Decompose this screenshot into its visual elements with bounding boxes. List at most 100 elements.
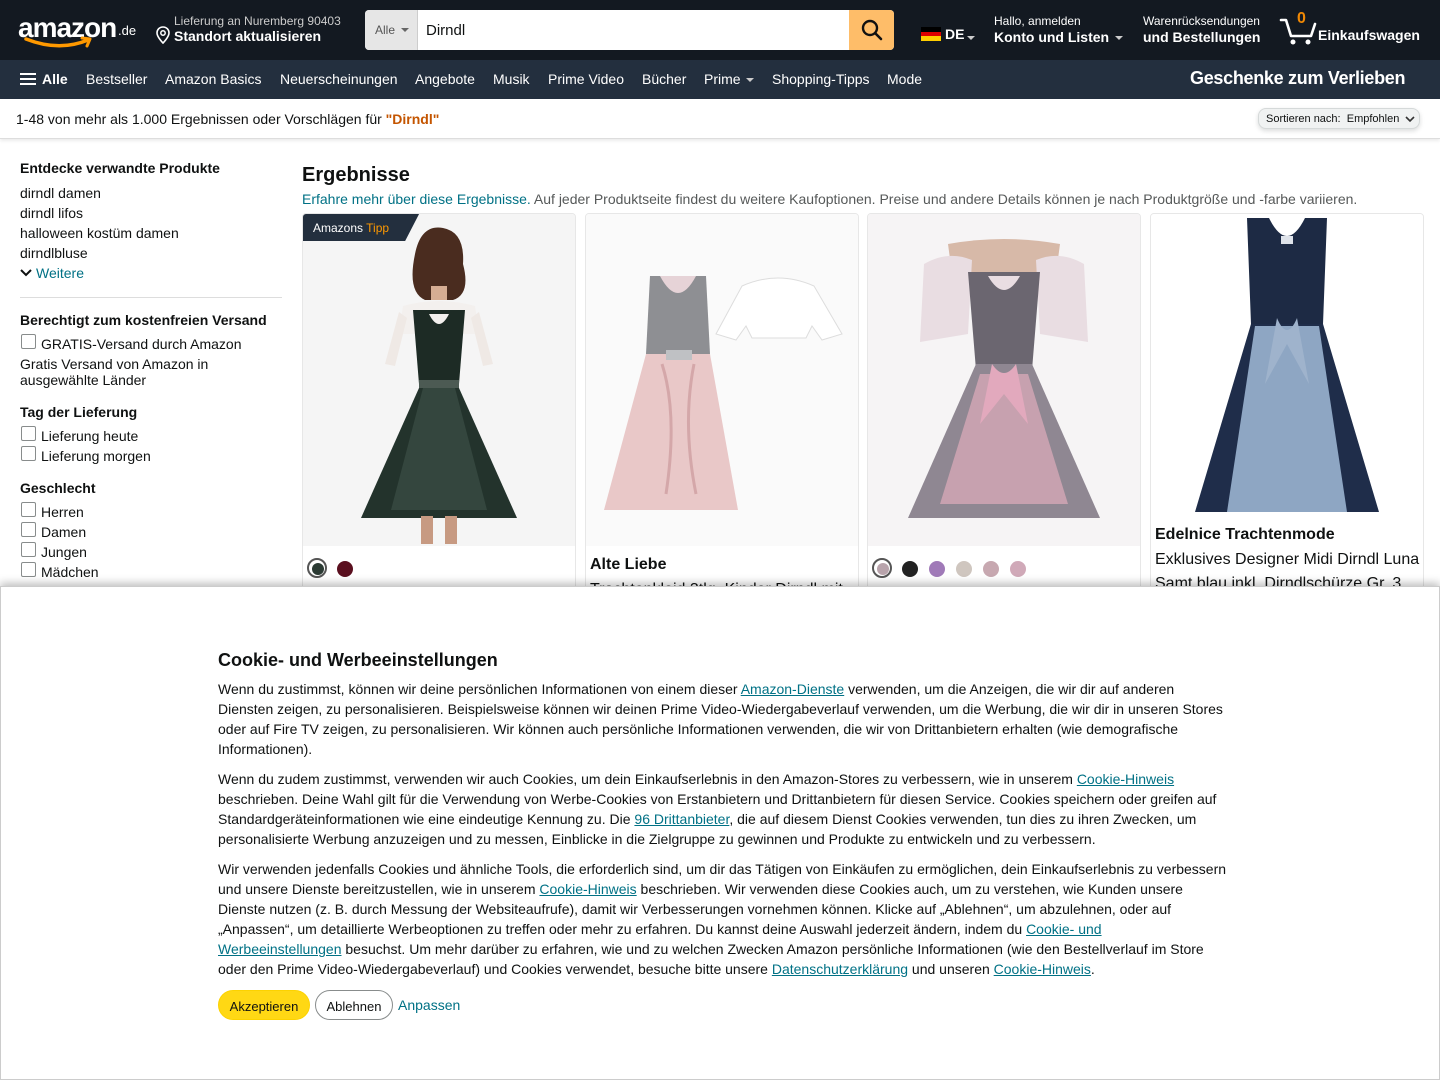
learn-more-link[interactable]: Erfahre mehr über diese Ergebnisse. (302, 191, 531, 207)
returns-orders-link[interactable]: Warenrücksendungen und Bestellungen (1143, 14, 1260, 45)
checkbox[interactable] (21, 426, 36, 441)
customize-cookies-link[interactable]: Anpassen (398, 997, 460, 1013)
promo-banner-link[interactable]: Geschenke zum Verlieben (1190, 68, 1406, 89)
hamburger-icon (20, 73, 36, 86)
cart-count: 0 (1297, 10, 1306, 27)
gender-heading: Geschlecht (20, 480, 96, 496)
search-category-label: Alle (375, 23, 396, 37)
dirndl-dress-image (868, 214, 1140, 546)
filter-label: Jungen (41, 544, 87, 560)
nav-item-music[interactable]: Musik (493, 71, 530, 87)
cart-button[interactable]: 0 Einkaufswagen (1279, 10, 1424, 50)
search-button[interactable] (849, 10, 894, 50)
account-menu[interactable]: Hallo, anmelden Konto und Listen (994, 14, 1124, 45)
privacy-policy-link[interactable]: Datenschutzerklärung (772, 961, 908, 977)
cookie-paragraph-2: Wenn du zudem zustimmst, verwenden wir a… (218, 769, 1228, 849)
swatch-color (902, 561, 918, 577)
filter-gender-women[interactable]: Damen (20, 522, 86, 540)
color-swatch[interactable] (334, 558, 354, 578)
dirndl-dress-image (586, 214, 858, 546)
product-image[interactable] (303, 214, 575, 546)
product-brand: Alte Liebe (590, 556, 667, 573)
cookie-notice-link[interactable]: Cookie-Hinweis (1077, 771, 1174, 787)
related-link[interactable]: halloween kostüm damen (20, 225, 179, 241)
related-products-heading: Entdecke verwandte Produkte (20, 160, 220, 176)
divider (20, 297, 282, 298)
checkbox[interactable] (21, 562, 36, 577)
german-flag-icon (921, 27, 941, 41)
color-swatch[interactable] (307, 558, 327, 578)
see-more-link[interactable]: Weitere (20, 265, 84, 281)
nav-item-books[interactable]: Bücher (642, 71, 686, 87)
cookie-text: Wenn du zudem zustimmst, verwenden wir a… (218, 771, 1077, 787)
product-card[interactable]: Amazons Tipp (302, 213, 576, 593)
see-more-label: Weitere (36, 265, 84, 281)
sort-label: Sortieren nach: (1266, 113, 1341, 125)
related-link[interactable]: dirndl lifos (20, 205, 83, 221)
search-category-dropdown[interactable]: Alle (365, 10, 418, 50)
color-swatch[interactable] (1007, 558, 1027, 578)
decline-cookies-button[interactable]: Ablehnen (315, 990, 393, 1020)
checkbox[interactable] (21, 502, 36, 517)
sort-value: Empfohlen (1346, 113, 1400, 125)
filter-gender-boys[interactable]: Jungen (20, 542, 87, 560)
all-menu-button[interactable]: Alle (20, 71, 68, 87)
nav-item-deals[interactable]: Angebote (415, 71, 475, 87)
product-image[interactable] (586, 214, 858, 546)
checkbox[interactable] (21, 446, 36, 461)
cookie-paragraph-1: Wenn du zustimmst, können wir deine pers… (218, 679, 1228, 759)
delivery-day-heading: Tag der Lieferung (20, 404, 138, 420)
search-icon (861, 19, 882, 41)
filter-delivery-tomorrow[interactable]: Lieferung morgen (20, 446, 151, 464)
nav-item-new-releases[interactable]: Neuerscheinungen (280, 71, 398, 87)
product-card[interactable]: Alte Liebe Trachtenkleid 3tlg. Kinder Di… (585, 213, 859, 593)
color-swatch[interactable] (872, 558, 892, 578)
cookie-consent-dialog: Cookie- und Werbeeinstellungen Wenn du z… (0, 586, 1440, 1080)
results-heading: Ergebnisse (302, 164, 410, 186)
search-input[interactable] (418, 10, 849, 50)
cookie-notice-link[interactable]: Cookie-Hinweis (539, 881, 636, 897)
filter-gender-men[interactable]: Herren (20, 502, 84, 520)
sort-dropdown[interactable]: Sortieren nach: Empfohlen (1258, 108, 1420, 129)
nav-item-fashion[interactable]: Mode (887, 71, 922, 87)
result-count-prefix: 1-48 von mehr als 1.000 Ergebnissen oder… (16, 111, 386, 127)
checkbox[interactable] (21, 522, 36, 537)
filter-label: Herren (41, 504, 84, 520)
product-brand: Edelnice Trachtenmode (1155, 526, 1335, 543)
cookie-notice-link[interactable]: Cookie-Hinweis (994, 961, 1091, 977)
nav-item-prime[interactable]: Prime (704, 71, 754, 87)
results-subtitle-text: Auf jeder Produktseite findest du weiter… (530, 191, 1358, 207)
color-swatch[interactable] (980, 558, 1000, 578)
orders-line1: Warenrücksendungen (1143, 14, 1260, 28)
color-swatch[interactable] (953, 558, 973, 578)
product-image[interactable] (1151, 214, 1423, 516)
nav-item-amazon-basics[interactable]: Amazon Basics (165, 71, 261, 87)
related-link[interactable]: dirndl damen (20, 185, 101, 201)
filter-gender-girls[interactable]: Mädchen (20, 562, 99, 580)
checkbox[interactable] (21, 542, 36, 557)
product-card[interactable]: Edelnice Trachtenmode Exklusives Designe… (1150, 213, 1424, 593)
accept-cookies-button[interactable]: Akzeptieren (218, 990, 310, 1020)
product-card[interactable] (867, 213, 1141, 593)
amazon-logo[interactable]: amazon .de (18, 12, 138, 52)
color-swatch[interactable] (926, 558, 946, 578)
nav-item-bestseller[interactable]: Bestseller (86, 71, 147, 87)
amazon-services-link[interactable]: Amazon-Dienste (741, 681, 845, 697)
filter-label: Lieferung morgen (41, 448, 151, 464)
swatch-color (337, 561, 353, 577)
related-link[interactable]: dirndlbluse (20, 245, 88, 261)
filter-free-shipping[interactable]: GRATIS-Versand durch Amazon (20, 334, 242, 352)
checkbox[interactable] (21, 334, 36, 349)
color-swatch[interactable] (899, 558, 919, 578)
filter-delivery-today[interactable]: Lieferung heute (20, 426, 138, 444)
secondary-navbar: Alle Bestseller Amazon Basics Neuerschei… (0, 60, 1440, 99)
shipping-heading: Berechtigt zum kostenfreien Versand (20, 312, 267, 328)
chevron-down-icon (745, 78, 754, 83)
nav-item-prime-video[interactable]: Prime Video (548, 71, 624, 87)
result-info-bar: 1-48 von mehr als 1.000 Ergebnissen oder… (0, 99, 1440, 139)
nav-item-shopping-tips[interactable]: Shopping-Tipps (772, 71, 870, 87)
product-image[interactable] (868, 214, 1140, 546)
third-parties-link[interactable]: 96 Drittanbieter (634, 811, 729, 827)
language-code: DE (945, 26, 965, 42)
cookie-dialog-title: Cookie- und Werbeeinstellungen (218, 650, 498, 670)
